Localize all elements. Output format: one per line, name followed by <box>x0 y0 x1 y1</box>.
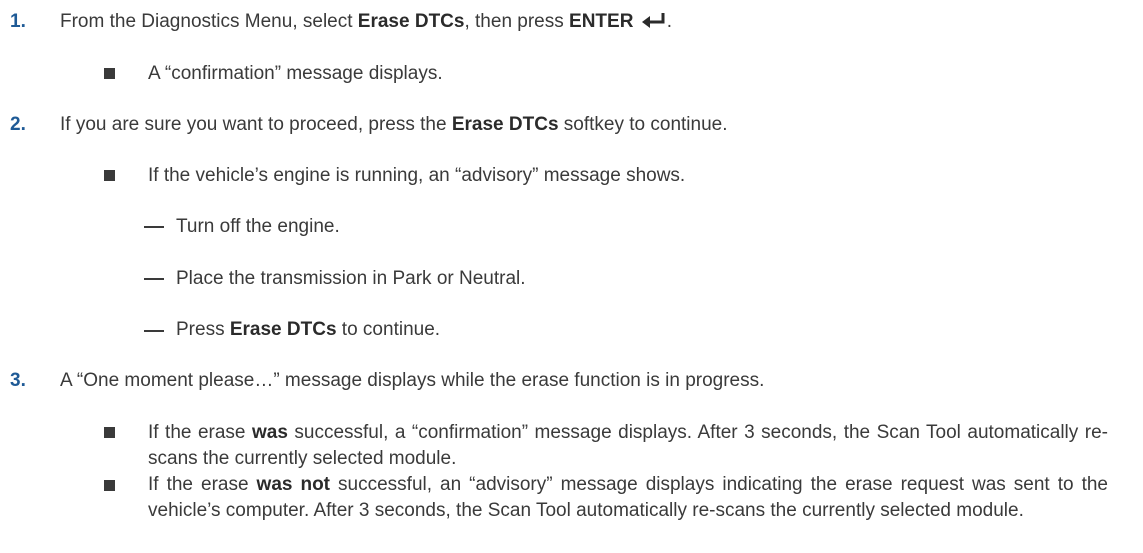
step-number: 3. <box>10 370 26 391</box>
dash-icon <box>144 226 164 228</box>
erase-dtcs-label: Erase DTCs <box>357 11 465 32</box>
step-3-bullet: If the erase was not successful, an “adv… <box>148 474 1108 521</box>
enter-key-icon <box>641 13 665 28</box>
step-number: 1. <box>10 11 26 32</box>
erase-dtcs-label: Erase DTCs <box>229 319 337 340</box>
dash-icon <box>144 330 164 332</box>
dash-icon <box>144 278 164 280</box>
bullet-square-icon <box>104 68 115 79</box>
step-2-substep: Press Erase DTCs to continue. <box>176 319 441 340</box>
erase-dtcs-label: Erase DTCs <box>451 114 559 135</box>
step-1-text: From the Diagnostics Menu, select Erase … <box>60 11 672 32</box>
bullet-square-icon <box>104 427 115 438</box>
step-1-bullet: A “confirmation” message displays. <box>148 63 443 84</box>
instructions-page: 1. From the Diagnostics Menu, select Era… <box>0 0 1143 553</box>
step-number: 2. <box>10 114 26 135</box>
bullet-square-icon <box>104 480 115 491</box>
step-2-text: If you are sure you want to proceed, pre… <box>60 114 728 135</box>
step-3-bullet: If the erase was successful, a “confirma… <box>148 422 1108 469</box>
bullet-square-icon <box>104 170 115 181</box>
step-3-text: A “One moment please…” message displays … <box>60 370 765 391</box>
step-2-substep: Place the transmission in Park or Neutra… <box>176 268 526 289</box>
enter-label: ENTER <box>569 11 634 32</box>
step-2-bullet: If the vehicle’s engine is running, an “… <box>148 165 686 186</box>
step-2-substep: Turn off the engine. <box>176 216 340 237</box>
